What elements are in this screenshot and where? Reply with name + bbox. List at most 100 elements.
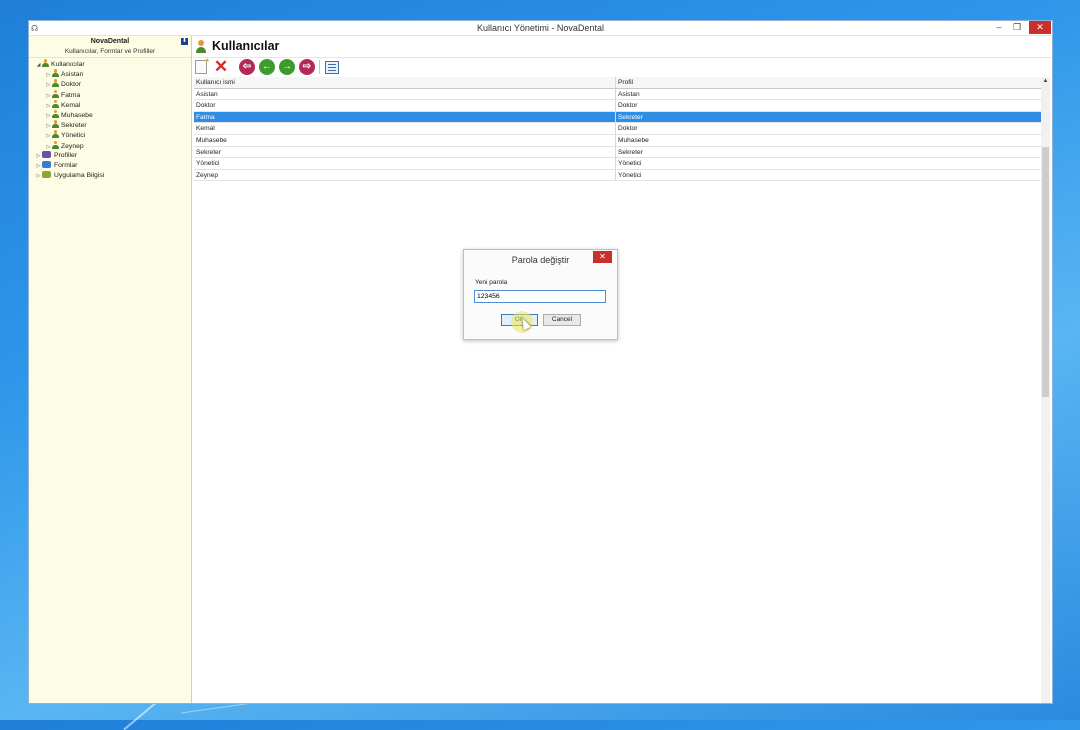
previous-record-icon[interactable]: ← — [259, 59, 275, 75]
column-header-profile[interactable]: Profil — [616, 77, 1041, 88]
tree-label: Zeynep — [61, 142, 84, 150]
user-icon — [52, 109, 59, 118]
table-row[interactable]: Asistan Asistan — [194, 88, 1041, 101]
list-view-icon[interactable] — [325, 61, 339, 74]
change-password-dialog: Parola değiştir ✕ Yeni parola OK Cancel — [463, 249, 618, 340]
dialog-close-button[interactable]: ✕ — [593, 251, 612, 263]
table-header: Kullanıcı ismi Profil — [194, 77, 1041, 89]
users-icon — [195, 40, 207, 54]
table-row[interactable]: Doktor Doktor — [194, 100, 1041, 112]
table-row[interactable]: Kemal Doktor — [194, 123, 1041, 135]
new-password-label: Yeni parola — [475, 279, 508, 286]
user-icon — [52, 140, 59, 149]
tree-user-item[interactable]: ▷ Yönetici — [29, 130, 191, 140]
cell-profile[interactable]: Asistan — [616, 89, 1041, 100]
tree-user-item[interactable]: ▷ Asistan — [29, 69, 191, 79]
page-header: Kullanıcılar — [193, 36, 1052, 58]
first-record-icon[interactable]: ⇦ — [239, 59, 255, 75]
pin-icon[interactable]: ⬇ — [181, 38, 188, 45]
cell-username[interactable]: Kemal — [194, 123, 616, 134]
cell-username[interactable]: Yönetici — [194, 158, 616, 169]
tree-label: Doktor — [61, 81, 82, 89]
last-record-icon[interactable]: ⇨ — [299, 59, 315, 75]
cell-profile[interactable]: Sekreter — [616, 112, 1041, 123]
tree-label: Kemal — [61, 101, 81, 109]
cell-username[interactable]: Doktor — [194, 100, 616, 111]
restore-button[interactable]: ❐ — [1008, 21, 1026, 34]
sidebar-header: NovaDental ⬇ — [29, 36, 191, 47]
users-grid-area: Kullanıcı ismi Profil Asistan Asistan Dok… — [193, 77, 1052, 703]
new-password-input[interactable] — [474, 290, 606, 303]
tree-user-item[interactable]: ▷ Muhasebe — [29, 109, 191, 120]
tree-label: Asistan — [61, 71, 84, 79]
tree-label: Kullanıcılar — [51, 61, 85, 68]
tree-label: Fatma — [61, 91, 81, 99]
app-window: ☊ Kullanıcı Yönetimi - NovaDental – ❐ ✕ … — [28, 20, 1053, 704]
cell-username[interactable]: Asistan — [194, 88, 616, 100]
expand-icon[interactable]: ▷ — [35, 161, 42, 171]
scroll-thumb[interactable] — [1042, 147, 1049, 397]
table-row[interactable]: Zeynep Yönetici — [194, 169, 1041, 182]
tree-label: Yönetici — [61, 132, 86, 140]
tree-user-item[interactable]: ▷ Kemal — [29, 99, 191, 110]
title-bar: ☊ Kullanıcı Yönetimi - NovaDental – ❐ ✕ — [29, 21, 1052, 36]
scroll-up-icon[interactable]: ▲ — [1041, 77, 1050, 86]
cell-profile[interactable]: Yönetici — [616, 158, 1041, 169]
forms-icon — [42, 160, 51, 168]
expand-icon[interactable]: ▷ — [35, 151, 42, 161]
tree-node-users[interactable]: ◢ Kullanıcılar — [29, 59, 191, 69]
page-title: Kullanıcılar — [212, 39, 280, 53]
sidebar-subtitle: Kullanıcılar, Formlar ve Profiller — [29, 47, 191, 58]
cancel-button[interactable]: Cancel — [543, 314, 581, 326]
delete-icon[interactable]: ✕ — [213, 58, 229, 75]
users-table: Kullanıcı ismi Profil Asistan Asistan Dok… — [194, 77, 1041, 182]
close-button[interactable]: ✕ — [1029, 21, 1051, 34]
tree-user-item[interactable]: ▷ Doktor — [29, 79, 191, 89]
cell-profile[interactable]: Doktor — [616, 100, 1041, 111]
profiles-icon — [42, 150, 51, 158]
sidebar: NovaDental ⬇ Kullanıcılar, Formlar ve Pr… — [29, 36, 192, 703]
cell-username[interactable]: Muhasebe — [194, 134, 616, 146]
table-row[interactable]: Yönetici Yönetici — [194, 158, 1041, 170]
tree-label: Sekreter — [61, 122, 87, 130]
cell-profile[interactable]: Doktor — [616, 123, 1041, 134]
next-record-icon[interactable]: → — [279, 59, 295, 75]
user-icon — [52, 79, 59, 88]
brand-name: NovaDental — [90, 38, 130, 45]
tree-node-profiles[interactable]: ▷ Profiller — [29, 150, 191, 161]
minimize-button[interactable]: – — [990, 21, 1008, 34]
cell-profile[interactable]: Yönetici — [616, 170, 1041, 181]
table-row-selected[interactable]: Fatma Sekreter — [194, 111, 1041, 124]
tree-label: Muhasebe — [61, 111, 93, 119]
new-record-icon[interactable] — [195, 57, 209, 74]
cell-username[interactable]: Zeynep — [194, 169, 616, 181]
tree-label: Uygulama Bilgisi — [54, 172, 105, 180]
cell-profile[interactable]: Sekreter — [616, 147, 1041, 158]
tree-user-item[interactable]: ▷ Sekreter — [29, 120, 191, 130]
user-icon — [52, 99, 59, 108]
column-header-username[interactable]: Kullanıcı ismi — [194, 77, 616, 88]
tree-node-forms[interactable]: ▷ Formlar — [29, 160, 191, 171]
expand-icon[interactable]: ▷ — [35, 171, 42, 181]
app-info-icon — [42, 171, 51, 179]
table-row[interactable]: Muhasebe Muhasebe — [194, 134, 1041, 147]
toolbar-separator — [319, 60, 320, 74]
tree-label: Profiller — [54, 151, 78, 159]
tree-label: Formlar — [54, 161, 78, 169]
toolbar: ✕ ⇦ ← → ⇨ — [193, 57, 1052, 76]
table-row[interactable]: Sekreter Sekreter — [194, 146, 1041, 159]
vertical-scrollbar[interactable]: ▲ — [1041, 77, 1050, 703]
window-title: Kullanıcı Yönetimi - NovaDental — [477, 23, 604, 33]
user-icon — [52, 69, 59, 78]
cell-profile[interactable]: Muhasebe — [616, 135, 1041, 146]
tree-user-item[interactable]: ▷ Zeynep — [29, 140, 191, 151]
main-panel: Kullanıcılar ✕ ⇦ ← → ⇨ Kullanıcı ismi Pr… — [193, 36, 1052, 703]
user-icon — [52, 89, 59, 98]
tree-user-item[interactable]: ▷ Fatma — [29, 89, 191, 100]
user-icon — [42, 59, 49, 67]
user-icon — [52, 120, 59, 129]
cell-username[interactable]: Fatma — [194, 111, 616, 123]
tree-node-app-info[interactable]: ▷ Uygulama Bilgisi — [29, 171, 191, 181]
cell-username[interactable]: Sekreter — [194, 146, 616, 158]
nav-tree: ◢ Kullanıcılar ▷ Asistan ▷ Doktor ▷ Fatma ▷ K… — [29, 58, 191, 181]
